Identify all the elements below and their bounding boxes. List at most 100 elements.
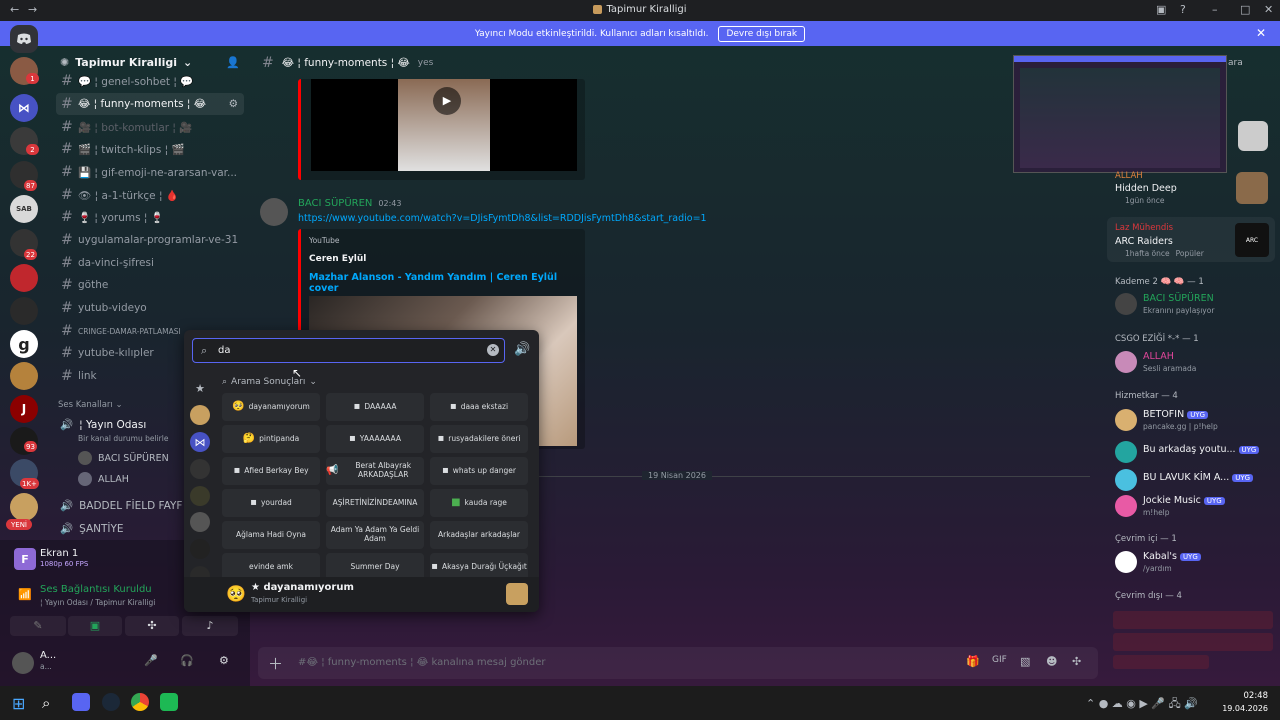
channel-item[interactable]: # 🎥 ¦ bot-komutlar ¦ 🎥 — [56, 116, 244, 138]
sticker-item[interactable]: Arkadaşlar arkadaşlar — [430, 521, 528, 549]
maximize-icon[interactable]: □ — [1240, 3, 1250, 16]
channel-item[interactable]: # 👁 ¦ a-1-türkçe ¦ 🩸 — [56, 184, 244, 206]
picker-server-icon[interactable]: ⋈ — [190, 432, 210, 452]
user-settings-icon[interactable]: ⚙ — [219, 654, 229, 667]
voice-user[interactable]: BACI SÜPÜREN — [78, 451, 169, 465]
offline-members[interactable] — [1113, 607, 1273, 677]
clock-date[interactable]: 19.04.2026 — [1218, 704, 1268, 713]
member-item[interactable]: Bu arkadaş youtu... UYG — [1115, 439, 1275, 469]
invite-people-icon[interactable]: 👤 — [226, 56, 240, 69]
activity-user[interactable]: Laz Mühendis — [1115, 223, 1173, 233]
channel-item[interactable]: # 💬 ¦ genel-sohbet ¦ 💬 — [56, 70, 244, 92]
sticker-item[interactable]: 🤔 pintipanda — [222, 425, 320, 453]
channel-item[interactable]: # göthe — [56, 274, 244, 296]
server-avatar-14[interactable] — [10, 493, 38, 521]
embed-author[interactable]: Ceren Eylül — [309, 254, 366, 264]
close-banner-icon[interactable]: ✕ — [1256, 26, 1266, 40]
steam-icon[interactable] — [102, 693, 120, 711]
sticker-item[interactable]: ▪ rusyadakilere öneri — [430, 425, 528, 453]
server-avatar-8[interactable] — [10, 297, 38, 325]
voice-category-header[interactable]: Ses Kanalları ⌄ — [58, 400, 123, 410]
voice-channel[interactable]: 🔊 ŞANTİYE — [60, 522, 124, 536]
close-icon[interactable]: ✕ — [1264, 3, 1273, 16]
stop-stream-button[interactable]: ▣ — [68, 616, 122, 636]
inbox-icon[interactable]: ▣ — [1156, 3, 1166, 16]
channel-item[interactable]: # 💾 ¦ gif-emoji-ne-ararsan-var... — [56, 161, 244, 183]
channel-item[interactable]: # uygulamalar-programlar-ve-31 — [56, 229, 244, 251]
activities-button[interactable]: ✣ — [125, 616, 179, 636]
voice-status[interactable]: Bir kanal durumu belirle — [78, 434, 168, 443]
clock-time[interactable]: 02:48 — [1230, 691, 1269, 701]
picker-server-icon[interactable] — [190, 486, 210, 506]
picker-server-icon[interactable] — [190, 512, 210, 532]
windows-start-icon[interactable]: ⊞ — [12, 694, 25, 713]
sticker-item[interactable]: ■ kauda rage — [430, 489, 528, 517]
sticker-item[interactable]: 📢 Berat Albayrak ARKADAŞLAR — [326, 457, 424, 485]
message-link[interactable]: https://www.youtube.com/watch?v=DJisFymt… — [298, 213, 707, 224]
disable-streamer-mode-button[interactable]: Devre dışı bırak — [718, 25, 806, 42]
soundboard-icon[interactable]: 🔊 — [514, 342, 530, 357]
chrome-icon[interactable] — [131, 693, 149, 711]
voice-user[interactable]: ALLAH — [78, 472, 129, 486]
sticker-item[interactable]: ▪ daaa ekstazi — [430, 393, 528, 421]
noise-suppression-button[interactable]: ✎ — [10, 616, 66, 636]
gif-icon[interactable]: GIF — [992, 655, 1007, 665]
apps-icon[interactable]: ✣ — [1072, 655, 1081, 668]
gift-icon[interactable]: 🎁 — [966, 655, 980, 668]
member-item[interactable]: BETOFIN UYG pancake.gg | p!help — [1115, 407, 1275, 437]
favorites-icon[interactable]: ★ — [190, 378, 210, 398]
member-item[interactable]: Kabal's UYG/yardım — [1115, 549, 1275, 579]
avatar[interactable] — [12, 652, 34, 674]
server-avatar-5[interactable]: SAB — [10, 195, 38, 223]
server-avatar-11[interactable]: J — [10, 395, 38, 423]
picker-server-icon[interactable] — [190, 405, 210, 425]
microphone-icon[interactable]: 🎤 — [144, 654, 158, 667]
search-partial[interactable]: ara — [1228, 58, 1243, 68]
search-results-header[interactable]: ⌕ Arama Sonuçları ⌄ — [222, 377, 317, 387]
avatar[interactable] — [260, 198, 288, 226]
picker-server-icon[interactable] — [190, 539, 210, 559]
video-thumbnail[interactable]: ▶ — [311, 79, 577, 171]
message-composer[interactable]: ＋ #😂 ¦ funny-moments ¦ 😂 kanalına mesaj … — [258, 647, 1098, 679]
channel-item[interactable]: # 🍷 ¦ yorums ¦ 🍷 — [56, 206, 244, 228]
voice-channel[interactable]: 🔊 BADDEL FİELD FAYF — [60, 499, 182, 513]
app-icon[interactable] — [160, 693, 178, 711]
embed-title[interactable]: Mazhar Alanson - Yandım Yandım | Ceren E… — [309, 272, 585, 294]
server-avatar-10[interactable] — [10, 362, 38, 390]
sticker-item[interactable]: Ağlama Hadi Oyna — [222, 521, 320, 549]
help-icon[interactable]: ? — [1180, 3, 1186, 16]
tray-icons[interactable]: ⌃ ● ☁ ◉ ▶ 🎤 🖧 🔊 — [1086, 695, 1198, 714]
soundboard-button[interactable]: ♪ — [182, 616, 238, 636]
sticker-item[interactable]: AŞİRETİNİZİNDEAMINA — [326, 489, 424, 517]
minimize-icon[interactable]: – — [1212, 3, 1218, 16]
sticker-icon[interactable]: ▧ — [1020, 655, 1030, 668]
clear-search-icon[interactable]: ✕ — [487, 344, 499, 356]
channel-item[interactable]: # da-vinci-şifresi — [56, 252, 244, 274]
sticker-item[interactable]: ▪ whats up danger — [430, 457, 528, 485]
member-item[interactable]: Jockie Music UYG m!help — [1115, 493, 1275, 523]
member-item[interactable]: BACI SÜPÜREN Ekranını paylaşıyor — [1115, 291, 1275, 321]
voice-channel[interactable]: 🔊 ¦ Yayın Odası — [60, 418, 146, 432]
channel-item[interactable]: # 🎬 ¦ twitch-klips ¦ 🎬 — [56, 138, 244, 160]
server-avatar-9[interactable]: g — [10, 330, 38, 358]
channel-item[interactable]: # yutub-videyo — [56, 297, 244, 319]
discord-taskbar-icon[interactable] — [72, 693, 90, 711]
server-avatar-2[interactable]: ⋈ — [10, 94, 38, 122]
headphones-icon[interactable]: 🎧 — [180, 654, 194, 667]
member-item[interactable]: ALLAH Sesli aramada — [1115, 349, 1275, 379]
channel-item[interactable]: # 😂 ¦ funny-moments ¦ 😂 ⚙ — [56, 93, 244, 115]
message-author[interactable]: BACI SÜPÜREN — [298, 198, 372, 209]
emoji-icon[interactable]: ☻ — [1046, 655, 1057, 668]
search-icon[interactable]: ⌕ — [42, 694, 50, 712]
sticker-search-input[interactable]: ⌕ da ✕ — [192, 338, 505, 363]
sticker-item[interactable]: 🥺 dayanamıyorum — [222, 393, 320, 421]
sticker-item[interactable]: ▪ YAAAAAAA — [326, 425, 424, 453]
channel-topic[interactable]: yes — [418, 58, 434, 68]
activity-user[interactable]: ALLAH — [1115, 171, 1143, 181]
picker-server-icon[interactable] — [190, 459, 210, 479]
play-icon[interactable]: ▶ — [433, 87, 461, 115]
sticker-item[interactable]: Adam Ya Adam Ya Geldi Adam — [326, 521, 424, 549]
sticker-item[interactable]: ▪ DAAAAA — [326, 393, 424, 421]
sticker-item[interactable]: ▪ yourdad — [222, 489, 320, 517]
add-attachment-icon[interactable]: ＋ — [268, 653, 283, 674]
